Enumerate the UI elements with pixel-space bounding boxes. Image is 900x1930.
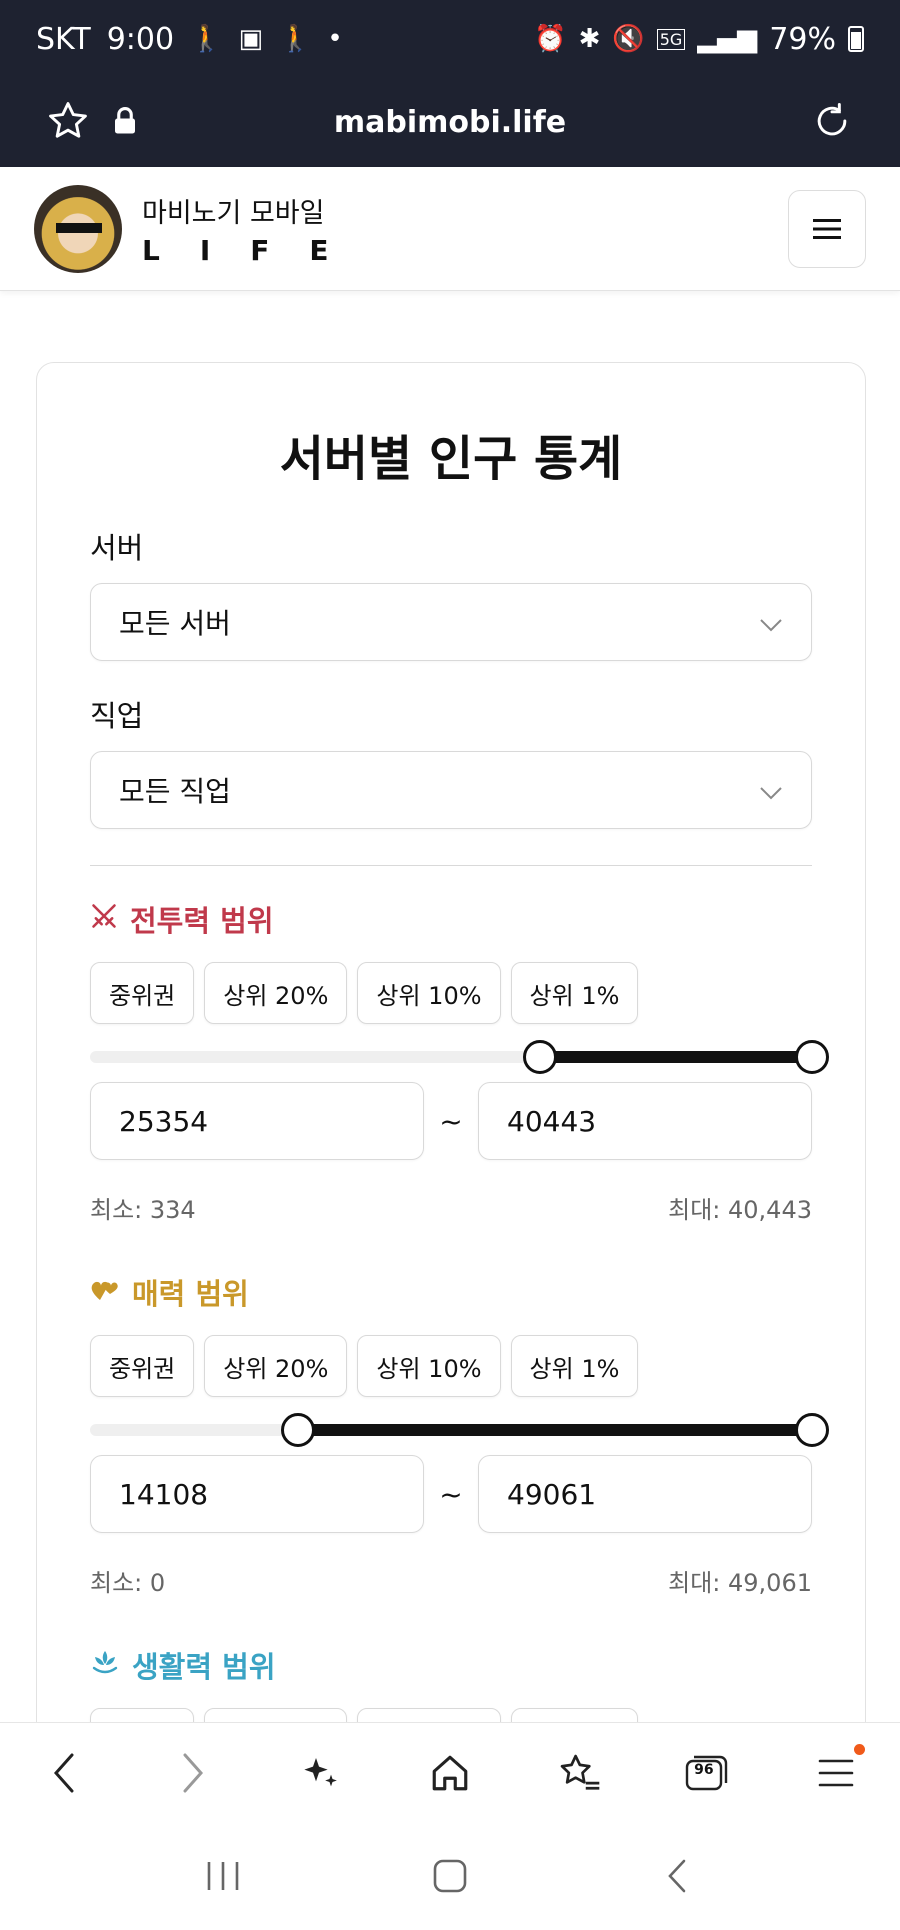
browser-bottom-nav: 96 [0, 1722, 900, 1822]
network-badge: 5G [656, 28, 686, 50]
preset-top1-button[interactable]: 상위 1% [510, 1335, 639, 1397]
system-home-button[interactable] [415, 1841, 485, 1911]
chevron-down-icon [759, 606, 783, 639]
min-label: 최소: 334 [90, 1196, 196, 1224]
hearts-icon [90, 1275, 120, 1309]
alarm-icon: ⏰ [534, 24, 567, 54]
preset-median-button[interactable]: 중위권 [90, 962, 195, 1024]
preset-top20-button[interactable]: 상위 20% [204, 1335, 348, 1397]
slider-thumb-max[interactable] [795, 1040, 829, 1074]
server-select-value: 모든 서버 [119, 607, 231, 640]
forward-icon [183, 1753, 203, 1792]
hamburger-menu-button[interactable] [788, 189, 866, 268]
walking-icon: 🚶 [190, 24, 223, 54]
signal-icon: ▂▄▆ [697, 24, 758, 54]
forward-button[interactable] [158, 1738, 228, 1808]
job-label: 직업 [90, 699, 144, 733]
lotus-icon [90, 1648, 120, 1683]
max-label: 최대: 49,061 [668, 1569, 812, 1597]
range-separator: ~ [439, 1477, 463, 1511]
home-button[interactable] [415, 1738, 485, 1808]
sparkle-icon [304, 1757, 338, 1786]
hamburger-icon [813, 218, 841, 239]
bluetooth-icon: ✱ [578, 24, 601, 54]
status-bar: SKT 9:00 🚶 ▣ 🚶 • ⏰ ✱ 🔇 5G ▂▄▆ 79% [0, 0, 900, 78]
back-icon [54, 1753, 74, 1792]
preset-top1-button[interactable]: 상위 1% [510, 962, 639, 1024]
slider-fill [540, 1051, 812, 1063]
server-select[interactable]: 모든 서버 [90, 583, 812, 661]
range-separator: ~ [439, 1104, 463, 1138]
bookmarks-button[interactable] [544, 1738, 614, 1808]
range-from-input[interactable]: 14108 [90, 1455, 424, 1533]
brand-name: 마비노기 모바일 [142, 197, 325, 229]
min-label: 최소: 0 [90, 1569, 166, 1597]
preset-top10-button[interactable]: 상위 10% [357, 962, 501, 1024]
page-title: 서버별 인구 통계 [279, 431, 623, 487]
job-select-value: 모든 직업 [119, 775, 231, 808]
job-select[interactable]: 모든 직업 [90, 751, 812, 829]
server-label: 서버 [90, 531, 144, 565]
combat-range: 전투력 범위 중위권 상위 20% 상위 10% 상위 1% 25354 ~ 4… [90, 898, 829, 1225]
dot-icon: • [327, 24, 343, 54]
avatar[interactable] [34, 184, 122, 273]
range-title: 매력 범위 [132, 1277, 249, 1311]
time: 9:00 [106, 21, 175, 57]
system-home-icon [433, 1859, 467, 1893]
charm-range: 매력 범위 중위권 상위 20% 상위 10% 상위 1% 14108 ~ 49… [90, 1271, 829, 1598]
range-to-input[interactable]: 40443 [478, 1082, 812, 1160]
slider-thumb-min[interactable] [523, 1040, 558, 1074]
mute-icon: 🔇 [612, 24, 645, 54]
menu-icon [818, 1759, 853, 1786]
notification-dot [853, 1743, 865, 1755]
preset-top20-button[interactable]: 상위 20% [204, 962, 348, 1024]
max-label: 최대: 40,443 [668, 1196, 812, 1224]
back-button[interactable] [29, 1738, 99, 1808]
system-nav [0, 1822, 900, 1930]
slider-thumb-max[interactable] [795, 1413, 829, 1447]
brand[interactable]: 마비노기 모바일 LIFE [142, 191, 369, 267]
range-slider[interactable] [90, 1413, 829, 1447]
ai-button[interactable] [286, 1738, 356, 1808]
preset-top10-button[interactable]: 상위 10% [357, 1335, 501, 1397]
range-slider[interactable] [90, 1040, 829, 1074]
range-title: 생활력 범위 [132, 1650, 276, 1684]
card-icon: ▣ [238, 24, 264, 54]
url-bar: mabimobi.life [0, 78, 900, 167]
range-to-input[interactable]: 49061 [478, 1455, 812, 1533]
carrier: SKT [36, 21, 91, 57]
tabs-button[interactable]: 96 [672, 1738, 742, 1808]
bookmarks-icon [560, 1754, 599, 1790]
system-back-button[interactable] [642, 1841, 712, 1911]
home-icon [432, 1755, 468, 1790]
recent-apps-icon [208, 1862, 239, 1890]
range-from-input[interactable]: 25354 [90, 1082, 424, 1160]
brand-sub: LIFE [142, 233, 369, 267]
slider-thumb-min[interactable] [280, 1413, 315, 1447]
browser-top: SKT 9:00 🚶 ▣ 🚶 • ⏰ ✱ 🔇 5G ▂▄▆ 79% mabimo… [0, 0, 900, 167]
crossed-swords-icon [90, 902, 118, 937]
battery-percent: 79% [769, 21, 836, 57]
site-header: 마비노기 모바일 LIFE [0, 167, 900, 291]
recent-apps-button[interactable] [188, 1841, 258, 1911]
chevron-down-icon [759, 774, 783, 807]
slider-fill [297, 1424, 812, 1436]
preset-median-button[interactable]: 중위권 [90, 1335, 195, 1397]
system-back-icon [667, 1859, 685, 1893]
range-title: 전투력 범위 [130, 904, 274, 938]
tabs-count: 96 [694, 1761, 714, 1778]
url-text[interactable]: mabimobi.life [0, 105, 900, 140]
browser-menu-button[interactable] [801, 1738, 871, 1808]
walking-icon: 🚶 [279, 24, 312, 54]
battery-icon [848, 26, 864, 52]
divider [90, 865, 812, 866]
stats-card: 서버별 인구 통계 서버 모든 서버 직업 모든 직업 전투력 범위 중위권 상… [36, 362, 866, 1770]
